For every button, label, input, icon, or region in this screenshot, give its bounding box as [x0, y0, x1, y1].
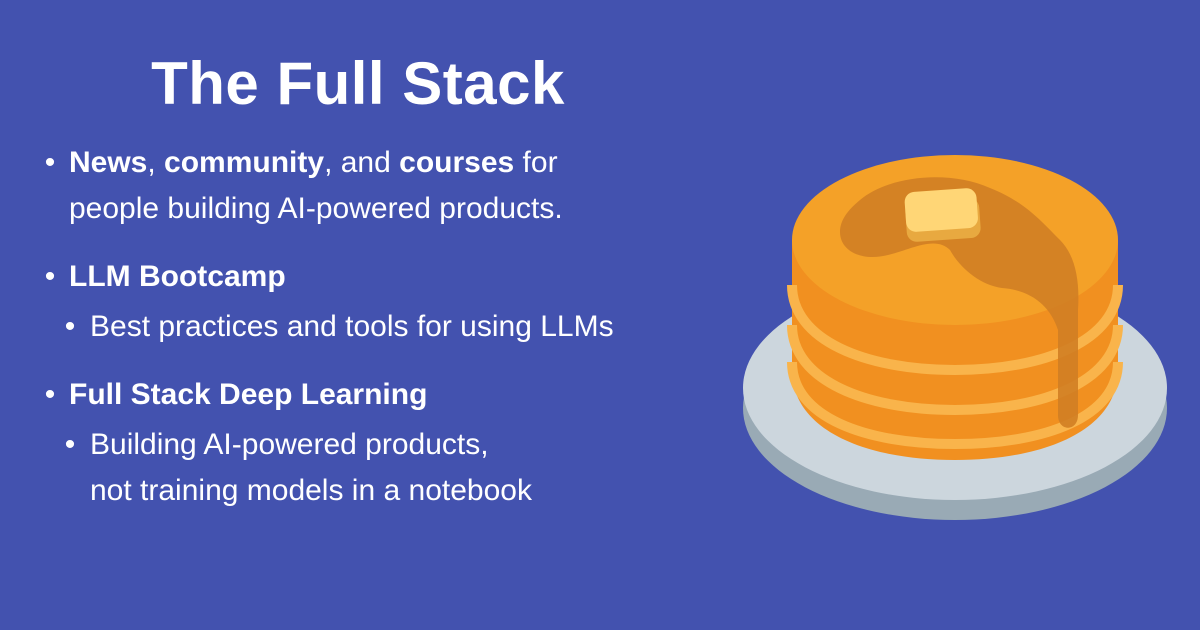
- fsdl-description-line-2: not training models in a notebook: [90, 474, 532, 507]
- bullet-item-llm-bootcamp: • LLM Bootcamp: [40, 254, 720, 300]
- bullet-dot: •: [44, 378, 56, 411]
- sub-bullet-fsdl: • Building AI-powered products, not trai…: [40, 422, 720, 514]
- butter: [904, 188, 981, 242]
- bullet-line: News, community, and courses for: [69, 140, 720, 186]
- llm-bootcamp-description: Best practices and tools for using LLMs: [90, 310, 614, 343]
- for-text: for: [514, 146, 558, 179]
- page-title: The Full Stack: [151, 50, 565, 117]
- community-label: community: [164, 146, 325, 179]
- separator-text: ,: [147, 146, 165, 179]
- bullet-dot: •: [44, 260, 56, 293]
- bullet-list: • News, community, and courses for peopl…: [40, 140, 720, 514]
- bullet-line-2: people building AI-powered products.: [69, 192, 563, 225]
- courses-label: courses: [399, 146, 515, 179]
- fsdl-description-line-1: Building AI-powered products,: [90, 428, 489, 461]
- sub-bullet-llm-bootcamp: • Best practices and tools for using LLM…: [40, 304, 720, 350]
- llm-bootcamp-label: LLM Bootcamp: [69, 260, 286, 293]
- sub-bullet-dot: •: [64, 428, 76, 461]
- pancakes-icon: [743, 155, 1167, 520]
- sub-bullet-dot: •: [64, 310, 76, 343]
- and-text: , and: [324, 146, 400, 179]
- bullet-item-fsdl: • Full Stack Deep Learning: [40, 372, 720, 418]
- fsdl-label: Full Stack Deep Learning: [69, 378, 428, 411]
- bullet-dot: •: [44, 146, 56, 179]
- news-label: News: [69, 146, 148, 179]
- bullet-item-about: • News, community, and courses for peopl…: [40, 140, 720, 232]
